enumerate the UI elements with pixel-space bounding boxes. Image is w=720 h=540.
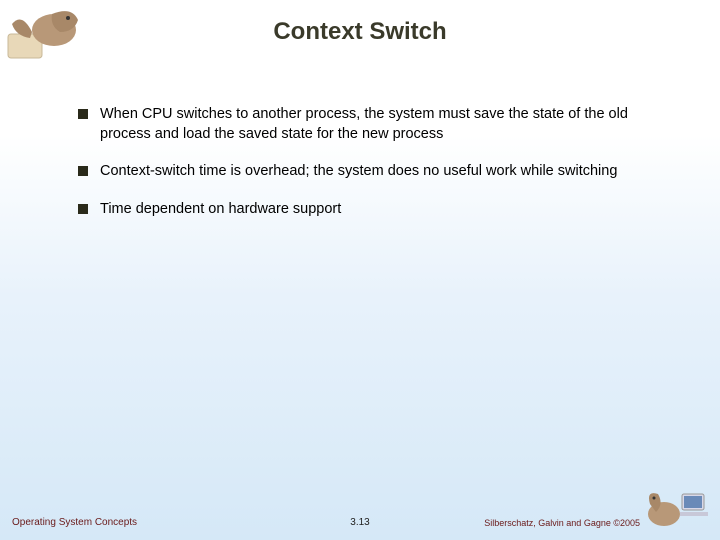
footer-right-text: Silberschatz, Galvin and Gagne ©2005 — [484, 518, 640, 528]
bullet-text: When CPU switches to another process, th… — [100, 105, 670, 144]
bullet-square-icon — [78, 109, 88, 119]
slide: Context Switch When CPU switches to anot… — [0, 0, 720, 540]
bullet-square-icon — [78, 166, 88, 176]
slide-title: Context Switch — [0, 18, 720, 46]
bullet-text: Context-switch time is overhead; the sys… — [100, 162, 670, 182]
bullet-item: Time dependent on hardware support — [78, 200, 670, 220]
bullet-item: When CPU switches to another process, th… — [78, 105, 670, 144]
footer: Operating System Concepts 3.13 Silbersch… — [0, 508, 720, 528]
bullet-square-icon — [78, 204, 88, 214]
bullet-text: Time dependent on hardware support — [100, 200, 670, 220]
bullet-item: Context-switch time is overhead; the sys… — [78, 162, 670, 182]
content-area: When CPU switches to another process, th… — [78, 105, 670, 237]
